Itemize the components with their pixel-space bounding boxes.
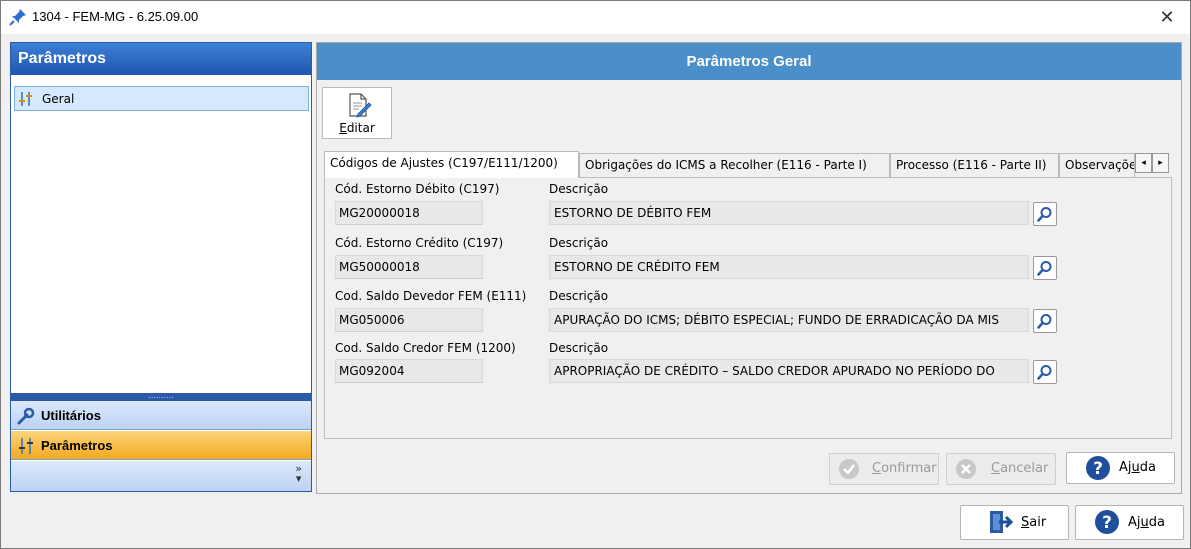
- help-icon: ?: [1095, 510, 1119, 534]
- search-icon: [1037, 365, 1052, 380]
- search-button[interactable]: [1033, 309, 1057, 333]
- desc-field-saldo-credor[interactable]: APROPRIAÇÃO DE CRÉDITO – SALDO CREDOR AP…: [549, 359, 1029, 383]
- tab-strip: Códigos de Ajustes (C197/E111/1200) Obri…: [324, 151, 1174, 178]
- search-icon: [1037, 261, 1052, 276]
- help-label: Ajuda: [1128, 515, 1165, 530]
- desc-label: Descrição: [549, 341, 609, 355]
- desc-label: Descrição: [549, 182, 609, 196]
- app-window: 1304 - FEM-MG - 6.25.09.00 ✕ Parâmetros …: [0, 0, 1191, 549]
- code-field-estorno-debito[interactable]: MG20000018: [335, 201, 483, 225]
- code-field-saldo-devedor[interactable]: MG050006: [335, 308, 483, 332]
- code-label: Cod. Saldo Devedor FEM (E111): [335, 289, 527, 303]
- tab-observacoes[interactable]: Observações: [1059, 153, 1135, 177]
- x-circle-icon: [956, 459, 976, 479]
- code-label: Cód. Estorno Crédito (C197): [335, 236, 504, 250]
- exit-door-icon: [990, 511, 1013, 533]
- pin-icon: [9, 9, 26, 26]
- help-label: Ajuda: [1119, 460, 1156, 475]
- tab-scroll-left-icon[interactable]: ◂: [1135, 153, 1152, 173]
- code-label: Cod. Saldo Credor FEM (1200): [335, 341, 516, 355]
- tab-codigos-ajustes[interactable]: Códigos de Ajustes (C197/E111/1200): [324, 151, 579, 178]
- desc-label: Descrição: [549, 289, 609, 303]
- nav-utilitarios[interactable]: Utilitários: [11, 401, 311, 430]
- tab-content: Cód. Estorno Débito (C197) MG20000018 De…: [324, 177, 1172, 439]
- search-icon: [1037, 207, 1052, 222]
- search-button[interactable]: [1033, 256, 1057, 280]
- nav-utilitarios-label: Utilitários: [41, 408, 101, 423]
- svg-text:?: ?: [1102, 513, 1112, 533]
- sliders-icon: [19, 92, 32, 106]
- desc-field-estorno-credito[interactable]: ESTORNO DE CRÉDITO FEM: [549, 255, 1029, 279]
- confirm-button[interactable]: Confirmar: [829, 453, 939, 485]
- search-icon: [1037, 314, 1052, 329]
- nav-parametros[interactable]: Parâmetros: [11, 431, 311, 460]
- tab-obrigacoes-icms[interactable]: Obrigações do ICMS a Recolher (E116 - Pa…: [579, 153, 890, 177]
- search-button[interactable]: [1033, 202, 1057, 226]
- window-title: 1304 - FEM-MG - 6.25.09.00: [32, 9, 199, 24]
- cancel-button[interactable]: Cancelar: [946, 453, 1056, 485]
- wrench-icon: [17, 407, 35, 425]
- tree-item-geral[interactable]: Geral: [14, 86, 309, 111]
- panel-splitter[interactable]: ..........: [11, 392, 311, 401]
- nav-overflow[interactable]: » ▾: [11, 461, 311, 491]
- check-circle-icon: [839, 459, 859, 479]
- edit-button[interactable]: Editar: [322, 87, 392, 139]
- tab-processo[interactable]: Processo (E116 - Parte II): [890, 153, 1059, 177]
- confirm-label: Confirmar: [872, 461, 937, 476]
- desc-field-estorno-debito[interactable]: ESTORNO DE DÉBITO FEM: [549, 201, 1029, 225]
- help-icon: ?: [1086, 456, 1110, 480]
- code-field-estorno-credito[interactable]: MG50000018: [335, 255, 483, 279]
- close-button[interactable]: ✕: [1154, 5, 1180, 31]
- chevron-more-icon[interactable]: » ▾: [295, 463, 302, 484]
- left-panel-title: Parâmetros: [11, 43, 311, 75]
- exit-label: Sair: [1021, 515, 1047, 530]
- main-panel-title: Parâmetros Geral: [317, 43, 1181, 80]
- cancel-label: Cancelar: [991, 461, 1049, 476]
- sliders-icon: [19, 438, 33, 454]
- left-navigation-panel: Parâmetros Geral .......... Utilitários: [10, 42, 312, 492]
- code-label: Cód. Estorno Débito (C197): [335, 182, 500, 196]
- exit-button[interactable]: Sair: [960, 505, 1069, 540]
- svg-text:?: ?: [1093, 459, 1103, 479]
- tab-scroll-right-icon[interactable]: ▸: [1152, 153, 1169, 173]
- code-field-saldo-credor[interactable]: MG092004: [335, 359, 483, 383]
- desc-label: Descrição: [549, 236, 609, 250]
- edit-document-icon: [349, 93, 372, 118]
- search-button[interactable]: [1033, 360, 1057, 384]
- edit-button-label: Editar: [339, 121, 375, 135]
- desc-field-saldo-devedor[interactable]: APURAÇÃO DO ICMS; DÉBITO ESPECIAL; FUNDO…: [549, 308, 1029, 332]
- main-panel: Parâmetros Geral Editar Códigos de Ajust…: [316, 42, 1182, 494]
- tree-item-label: Geral: [42, 92, 75, 106]
- title-bar: 1304 - FEM-MG - 6.25.09.00 ✕: [1, 1, 1190, 34]
- help-button[interactable]: ? Ajuda: [1066, 452, 1175, 484]
- nav-parametros-label: Parâmetros: [41, 438, 113, 453]
- help-button-bottom[interactable]: ? Ajuda: [1075, 505, 1184, 540]
